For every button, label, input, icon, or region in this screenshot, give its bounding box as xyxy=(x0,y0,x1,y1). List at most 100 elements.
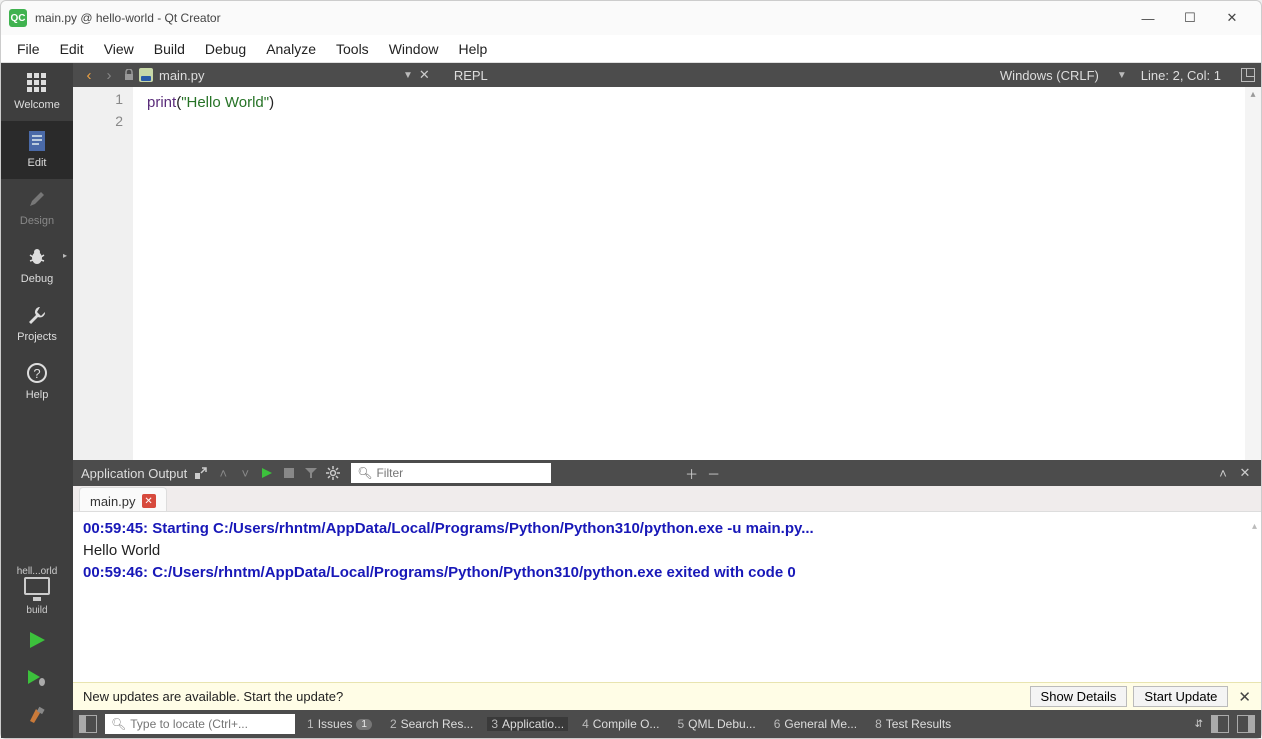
toggle-left-pane-button[interactable] xyxy=(79,715,97,733)
menu-tools[interactable]: Tools xyxy=(326,37,379,61)
lock-icon xyxy=(123,69,135,81)
sidebar-item-label: Debug xyxy=(21,273,53,285)
menubar: FileEditViewBuildDebugAnalyzeToolsWindow… xyxy=(1,35,1261,63)
file-dropdown-icon[interactable]: ▼ xyxy=(403,70,413,81)
menu-window[interactable]: Window xyxy=(379,37,449,61)
locator-box[interactable]: 🔍︎ xyxy=(105,714,295,734)
output-filter-input[interactable] xyxy=(376,466,545,480)
search-icon: 🔍︎ xyxy=(357,466,372,480)
sidebar-item-welcome[interactable]: Welcome xyxy=(1,63,73,121)
sidebar-item-label: Welcome xyxy=(14,99,60,111)
output-timestamp-line: 00:59:46: C:/Users/rhntm/AppData/Local/P… xyxy=(83,562,1251,584)
sort-output-tabs-button[interactable]: ⇵ xyxy=(1195,719,1203,730)
status-tab-label: QML Debu... xyxy=(688,717,756,731)
split-editor-button[interactable] xyxy=(1241,68,1255,82)
show-details-button[interactable]: Show Details xyxy=(1030,686,1128,707)
nav-back-button[interactable]: ‹ xyxy=(79,67,99,84)
run-button[interactable] xyxy=(23,626,51,654)
menu-build[interactable]: Build xyxy=(144,37,195,61)
output-filter-box[interactable]: 🔍︎ xyxy=(351,463,551,483)
menu-debug[interactable]: Debug xyxy=(195,37,256,61)
build-button[interactable] xyxy=(23,702,51,730)
menu-edit[interactable]: Edit xyxy=(50,37,94,61)
toggle-output-pane-button[interactable] xyxy=(1211,715,1229,733)
filter-results-button[interactable] xyxy=(303,465,319,481)
locator-input[interactable] xyxy=(130,717,289,731)
sidebar-item-help[interactable]: ?Help xyxy=(1,353,73,411)
attach-button[interactable] xyxy=(193,465,209,481)
code-content[interactable]: print("Hello World") xyxy=(133,87,1245,460)
status-bar: 🔍︎ 1Issues1 2Search Res... 3Applicatio... 4… xyxy=(73,710,1261,738)
welcome-icon xyxy=(25,71,49,95)
sidebar-item-debug[interactable]: Debug▸ xyxy=(1,237,73,295)
editor-scrollbar[interactable]: ▴ xyxy=(1245,87,1261,460)
stop-button[interactable] xyxy=(281,465,297,481)
status-tab-3[interactable]: 3Applicatio... xyxy=(487,717,568,731)
kit-build-label: build xyxy=(26,605,47,616)
output-settings-button[interactable] xyxy=(325,465,341,481)
desktop-icon xyxy=(24,577,50,595)
titlebar: QC main.py @ hello-world - Qt Creator — … xyxy=(1,1,1261,35)
close-output-button[interactable]: ✕ xyxy=(1237,465,1253,481)
search-icon: 🔍︎ xyxy=(111,717,126,731)
add-output-pane-button[interactable]: ＋ xyxy=(684,465,700,481)
edit-icon xyxy=(25,129,49,153)
collapse-output-button[interactable]: ˄ xyxy=(1215,465,1231,481)
sidebar-item-edit[interactable]: Edit xyxy=(1,121,73,179)
code-editor[interactable]: 12 print("Hello World") ▴ xyxy=(73,87,1261,460)
debug-icon xyxy=(25,245,49,269)
output-scrollbar[interactable]: ▴ xyxy=(1252,516,1257,538)
minimize-button[interactable]: — xyxy=(1127,3,1169,33)
status-tab-label: Test Results xyxy=(886,717,951,731)
document-toolbar: ‹ › main.py ▼ ✕ REPL Windows (CRLF) ▼ Li… xyxy=(73,63,1261,87)
maximize-button[interactable]: ☐ xyxy=(1169,3,1211,33)
close-button[interactable]: ✕ xyxy=(1211,3,1253,33)
app-icon: QC xyxy=(9,9,27,27)
sidebar-item-label: Edit xyxy=(28,157,47,169)
output-tab[interactable]: main.py ✕ xyxy=(79,487,167,511)
update-notification-bar: New updates are available. Start the upd… xyxy=(73,682,1261,710)
menu-analyze[interactable]: Analyze xyxy=(256,37,326,61)
status-tab-label: Compile O... xyxy=(593,717,660,731)
close-document-button[interactable]: ✕ xyxy=(419,67,430,83)
start-update-button[interactable]: Start Update xyxy=(1133,686,1228,707)
line-number-gutter: 12 xyxy=(73,87,133,460)
close-output-tab-button[interactable]: ✕ xyxy=(142,494,156,508)
menu-help[interactable]: Help xyxy=(448,37,497,61)
menu-view[interactable]: View xyxy=(94,37,144,61)
menu-file[interactable]: File xyxy=(7,37,50,61)
sidebar-item-label: Design xyxy=(20,215,54,227)
status-tab-5[interactable]: 5QML Debu... xyxy=(673,717,759,731)
design-icon xyxy=(25,187,49,211)
encoding-dropdown-icon[interactable]: ▼ xyxy=(1117,70,1127,81)
line-number: 2 xyxy=(73,113,123,135)
line-ending-selector[interactable]: Windows (CRLF) xyxy=(1000,68,1099,83)
sidebar-item-projects[interactable]: Projects xyxy=(1,295,73,353)
status-tab-4[interactable]: 4Compile O... xyxy=(578,717,663,731)
status-tab-label: Applicatio... xyxy=(502,717,564,731)
status-tab-1[interactable]: 1Issues1 xyxy=(303,717,376,731)
status-tab-8[interactable]: 8Test Results xyxy=(871,717,955,731)
dismiss-update-button[interactable]: ✕ xyxy=(1238,688,1251,706)
svg-text:?: ? xyxy=(33,366,40,381)
status-tab-2[interactable]: 2Search Res... xyxy=(386,717,477,731)
output-content[interactable]: ▴ 00:59:45: Starting C:/Users/rhntm/AppD… xyxy=(73,512,1261,682)
status-tab-6[interactable]: 6General Me... xyxy=(770,717,861,731)
remove-output-pane-button[interactable]: － xyxy=(706,465,722,481)
window-title: main.py @ hello-world - Qt Creator xyxy=(35,11,221,25)
output-stdout-line: Hello World xyxy=(83,540,1251,562)
output-prev-button[interactable]: ˄ xyxy=(215,465,231,481)
run-debug-button[interactable] xyxy=(23,664,51,692)
repl-label[interactable]: REPL xyxy=(454,68,488,83)
python-file-icon xyxy=(139,68,153,82)
rerun-button[interactable] xyxy=(259,465,275,481)
status-tab-label: General Me... xyxy=(784,717,857,731)
output-panel-header: Application Output ˄ ˅ xyxy=(73,460,1261,486)
open-file-name[interactable]: main.py xyxy=(159,68,399,83)
kit-selector[interactable]: hell...orldbuild xyxy=(1,560,73,626)
status-tab-label: Issues xyxy=(318,717,353,731)
toggle-right-pane-button[interactable] xyxy=(1237,715,1255,733)
output-next-button[interactable]: ˅ xyxy=(237,465,253,481)
nav-forward-button[interactable]: › xyxy=(99,67,119,84)
cursor-position: Line: 2, Col: 1 xyxy=(1141,68,1221,83)
